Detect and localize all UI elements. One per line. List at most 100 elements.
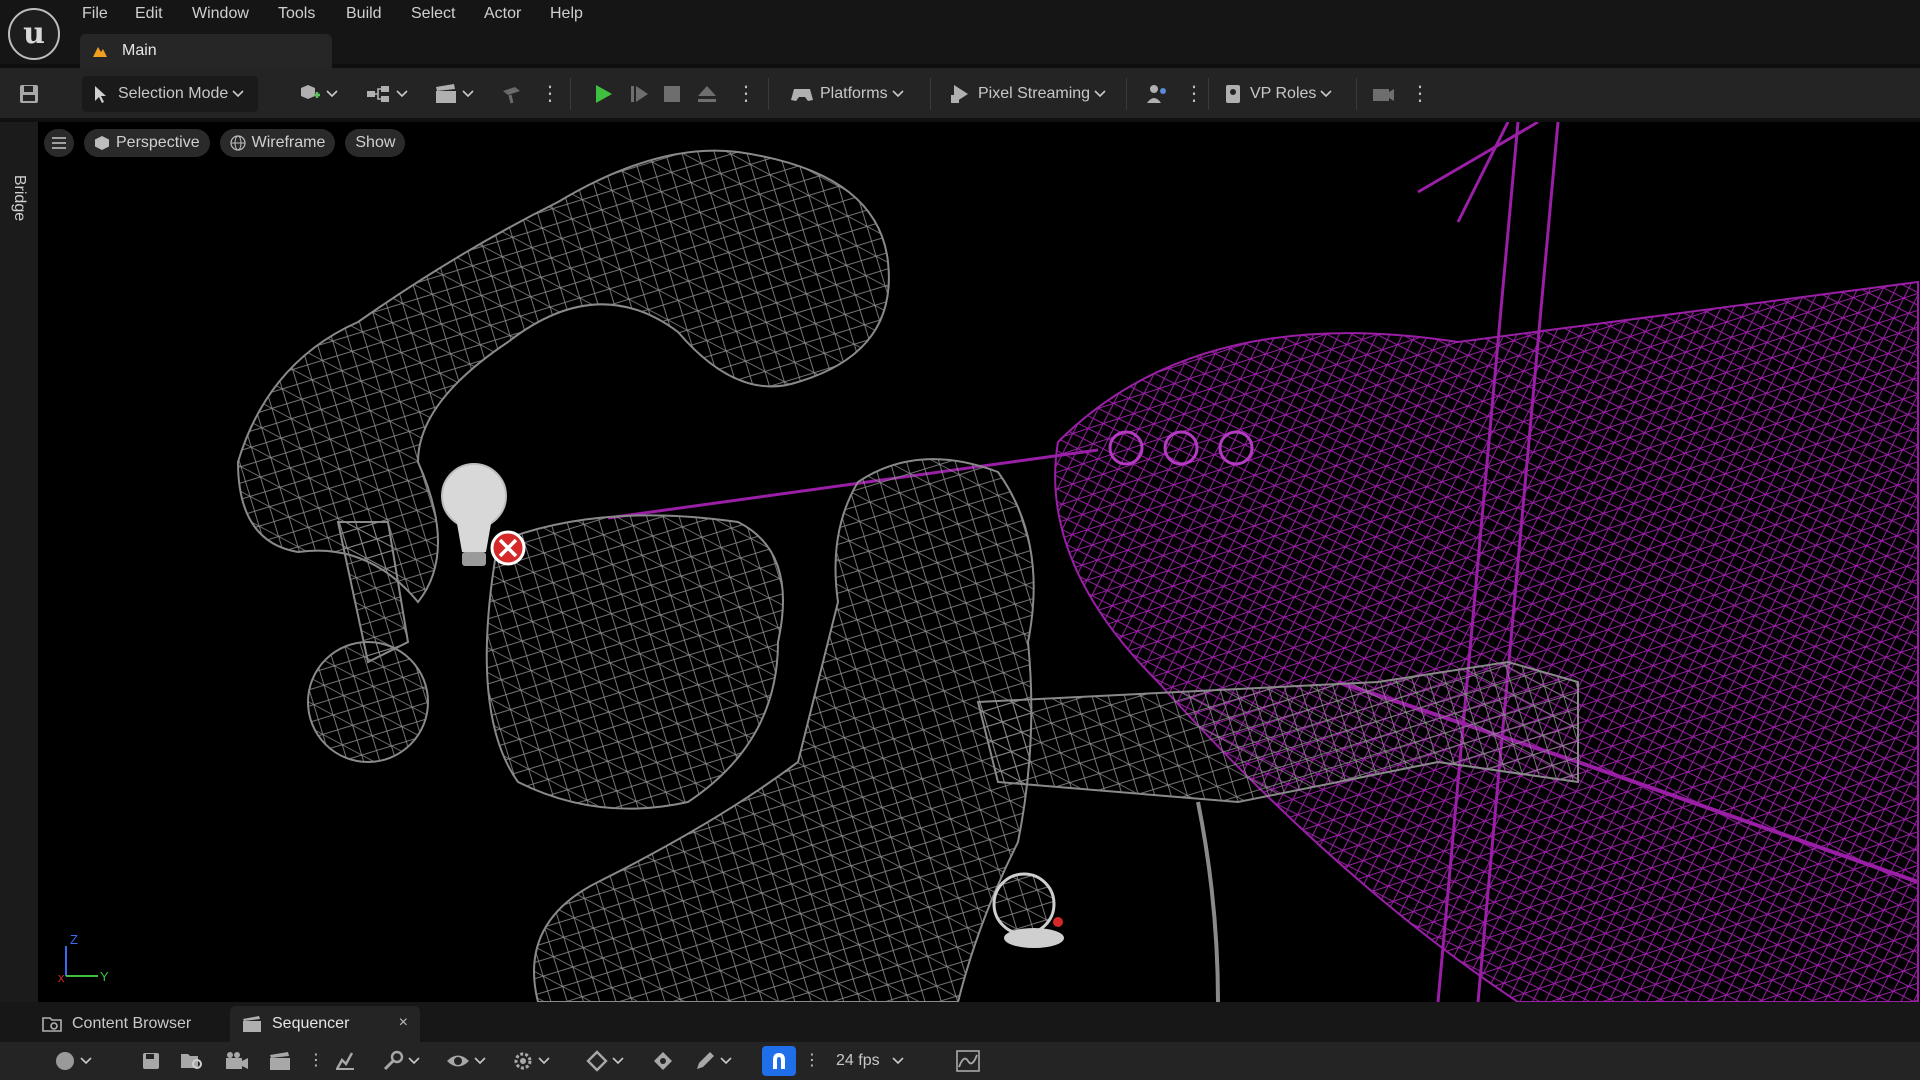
chevron-down-icon <box>232 90 244 98</box>
menu-edit[interactable]: Edit <box>135 0 163 28</box>
virtual-camera-button[interactable] <box>1370 76 1396 112</box>
stop-button[interactable] <box>662 76 682 112</box>
pixel-streaming-icon <box>951 85 968 103</box>
cinematics-button[interactable] <box>434 76 474 112</box>
add-cube-icon <box>301 85 320 99</box>
view-options-dropdown[interactable] <box>446 1046 486 1076</box>
select-cursor-icon <box>95 86 106 103</box>
camera-actor-icon[interactable] <box>992 872 1064 948</box>
viewport-toolbar: Perspective Wireframe Show <box>38 128 415 158</box>
cube-icon <box>95 136 109 150</box>
camera-icon <box>226 1052 248 1069</box>
tools-dropdown[interactable] <box>382 1046 420 1076</box>
multi-user-button[interactable] <box>1146 76 1170 112</box>
key-group-dropdown[interactable] <box>586 1046 624 1076</box>
add-actor-button[interactable] <box>298 76 338 112</box>
frame-rate-label: 24 fps <box>836 1052 880 1069</box>
create-camera-button[interactable] <box>224 1046 250 1076</box>
pixel-streaming-dropdown[interactable]: Pixel Streaming <box>950 76 1106 112</box>
magnet-icon <box>773 1053 785 1069</box>
show-flags-button[interactable]: Show <box>345 129 406 157</box>
play-icon <box>596 85 612 103</box>
pixel-streaming-label: Pixel Streaming <box>978 85 1091 102</box>
menu-actor[interactable]: Actor <box>484 0 521 28</box>
actions-button[interactable] <box>334 1046 356 1076</box>
platforms-dropdown[interactable]: Platforms <box>790 76 904 112</box>
content-browser-icon <box>42 1017 62 1032</box>
selection-mode-label: Selection Mode <box>118 85 229 102</box>
render-movie-button[interactable] <box>268 1046 292 1076</box>
multi-user-options-button[interactable]: ⋮ <box>1184 76 1204 112</box>
vp-roles-dropdown[interactable]: VP Roles <box>1224 76 1332 112</box>
menu-window[interactable]: Window <box>192 0 249 28</box>
world-selector-button[interactable] <box>54 1046 92 1076</box>
menu-tools[interactable]: Tools <box>278 0 315 28</box>
tab-sequencer[interactable]: Sequencer × <box>230 1006 420 1042</box>
close-icon[interactable]: × <box>399 1014 408 1032</box>
autokey-icon <box>654 1052 672 1070</box>
save-sequence-button[interactable] <box>142 1046 160 1076</box>
menu-help[interactable]: Help <box>550 0 583 28</box>
menu-select[interactable]: Select <box>411 0 455 28</box>
play-button[interactable] <box>592 76 614 112</box>
more-options-button[interactable]: ⋮ <box>540 76 560 112</box>
save-icon <box>143 1053 159 1069</box>
bridge-tab[interactable]: Bridge <box>6 158 32 238</box>
curve-editor-button[interactable] <box>956 1046 980 1076</box>
brush-icon <box>503 87 520 104</box>
blueprints-button[interactable] <box>366 76 408 112</box>
toolbar-divider <box>930 78 931 110</box>
sequencer-more-button[interactable]: ⋮ <box>308 1046 324 1076</box>
menu-bar: u File Edit Window Tools Build Select Ac… <box>0 0 1920 68</box>
error-icon <box>490 530 526 566</box>
toolbar-divider <box>1126 78 1127 110</box>
chevron-down-icon <box>1320 90 1332 98</box>
gear-icon <box>514 1052 532 1070</box>
toolbar-divider <box>768 78 769 110</box>
save-button[interactable] <box>18 76 40 112</box>
level-viewport[interactable]: Perspective Wireframe Show Z Y x <box>38 122 1920 1002</box>
platforms-label: Platforms <box>820 85 888 102</box>
playback-options-dropdown[interactable] <box>512 1046 550 1076</box>
bottom-tab-bar: Content Browser Sequencer × <box>0 1002 1920 1042</box>
hamburger-icon <box>52 137 66 149</box>
folder-search-icon <box>181 1054 202 1069</box>
perspective-label: Perspective <box>116 134 200 151</box>
menu-build[interactable]: Build <box>346 0 382 28</box>
left-side-tab-bar: Bridge <box>0 122 38 1002</box>
find-in-browser-button[interactable] <box>180 1046 204 1076</box>
sequencer-toolbar: ⋮ ⋮ 24 fps <box>0 1042 1920 1080</box>
tab-main-level[interactable]: Main <box>80 34 332 68</box>
snap-toggle-button[interactable] <box>762 1046 796 1076</box>
wireframe-sphere-icon <box>229 135 246 151</box>
gamepad-icon <box>791 89 813 101</box>
play-options-button[interactable]: ⋮ <box>736 76 756 112</box>
advance-frame-button[interactable] <box>628 76 650 112</box>
selection-mode-dropdown[interactable]: Selection Mode <box>82 76 258 112</box>
save-icon <box>20 85 38 103</box>
tab-content-browser[interactable]: Content Browser <box>30 1006 191 1042</box>
viewport-menu-button[interactable] <box>44 129 74 157</box>
diamond-key-icon <box>586 1050 608 1072</box>
eject-button[interactable] <box>696 76 718 112</box>
stop-icon <box>664 86 680 102</box>
chevron-down-icon <box>612 1057 624 1065</box>
axis-z-label: Z <box>70 932 78 947</box>
axis-y-label: Y <box>100 969 109 984</box>
modes-button[interactable] <box>500 76 524 112</box>
menu-file[interactable]: File <box>82 0 108 28</box>
vcam-options-button[interactable]: ⋮ <box>1410 76 1430 112</box>
perspective-button[interactable]: Perspective <box>84 129 210 157</box>
snap-options-button[interactable]: ⋮ <box>804 1046 820 1076</box>
globe-icon <box>56 1052 74 1070</box>
view-mode-button[interactable]: Wireframe <box>219 129 336 157</box>
toolbar-divider <box>1208 78 1209 110</box>
chevron-down-icon <box>892 1057 904 1065</box>
unreal-logo-icon[interactable]: u <box>8 8 60 60</box>
sequencer-icon <box>243 1016 261 1032</box>
edit-mode-dropdown[interactable] <box>694 1046 732 1076</box>
auto-key-button[interactable] <box>652 1046 674 1076</box>
axis-x-label: x <box>58 970 65 985</box>
eye-icon <box>447 1055 469 1067</box>
frame-rate-dropdown[interactable]: 24 fps <box>836 1046 904 1076</box>
